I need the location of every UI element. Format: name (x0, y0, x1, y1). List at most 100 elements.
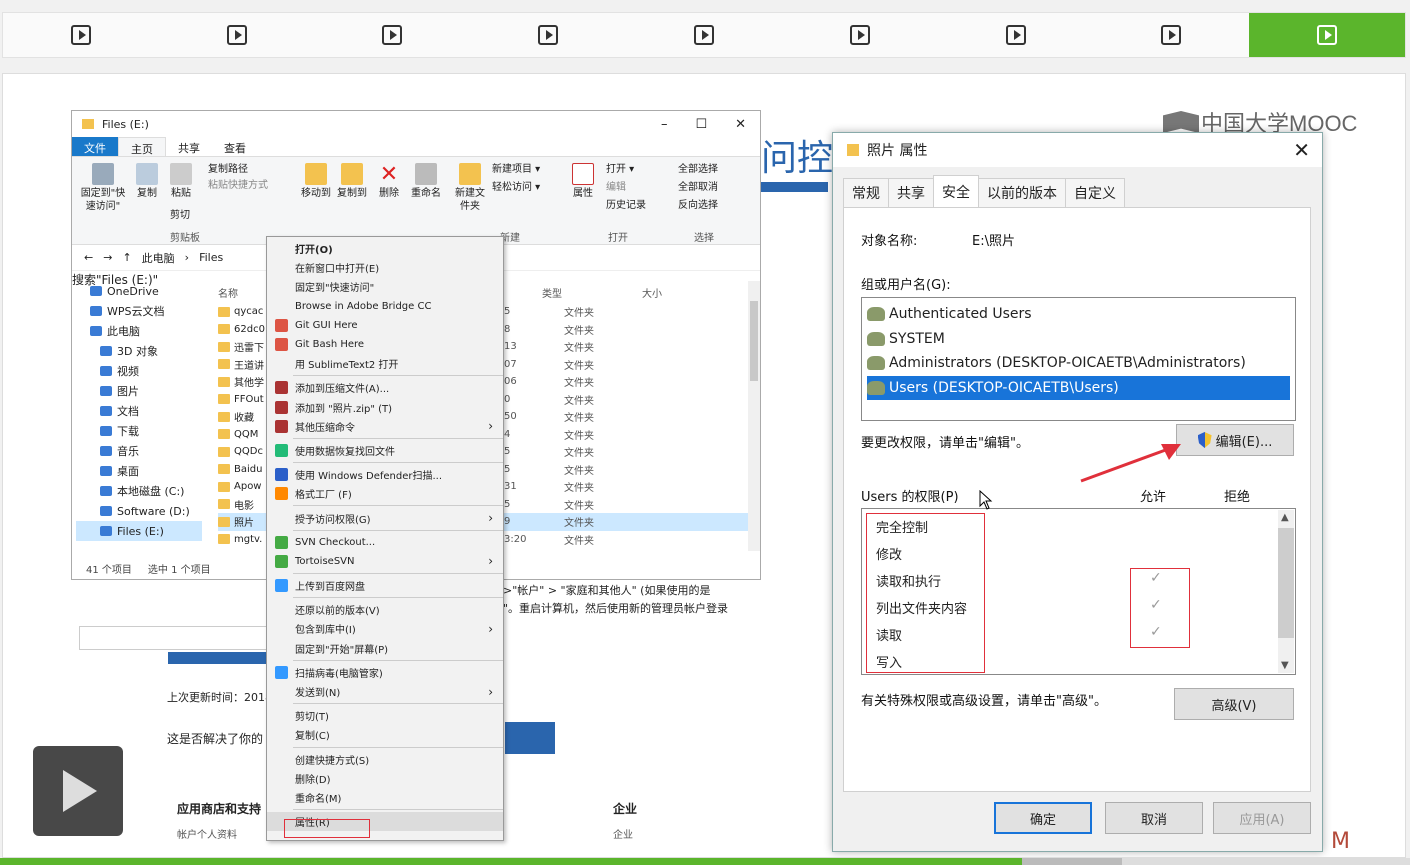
col-type[interactable]: 类型 (542, 285, 642, 300)
tab-customize[interactable]: 自定义 (1065, 178, 1125, 207)
tab-security[interactable]: 安全 (933, 175, 979, 207)
forward-icon[interactable]: → (103, 251, 112, 264)
open-button[interactable]: 打开 ▾ (606, 163, 634, 176)
context-menu-item[interactable]: 使用 Windows Defender扫描... (267, 465, 503, 484)
copy-button[interactable]: 复制 (132, 163, 162, 200)
context-menu-item[interactable]: 删除(D) (267, 769, 503, 788)
chapter-6[interactable] (782, 13, 938, 57)
scroll-up-icon[interactable]: ▲ (1281, 512, 1289, 523)
chapter-5[interactable] (626, 13, 782, 57)
minimize-icon[interactable]: – (661, 117, 668, 132)
properties-dialog[interactable]: 照片 属性 ✕ 常规 共享 安全 以前的版本 自定义 对象名称: E:\照片 组… (832, 132, 1323, 852)
breadcrumb-files[interactable]: Files (199, 251, 223, 264)
context-menu-item[interactable]: 格式工厂 (F) (267, 484, 503, 503)
context-menu-item[interactable]: 上传到百度网盘 (267, 576, 503, 595)
context-menu-item[interactable]: Browse in Adobe Bridge CC (267, 297, 503, 316)
context-menu-item[interactable]: 用 SublimeText2 打开 (267, 354, 503, 373)
nav-item[interactable]: 视频 (76, 361, 202, 381)
breadcrumb-pc[interactable]: 此电脑 (142, 250, 175, 266)
select-all-button[interactable]: 全部选择 (678, 163, 718, 176)
pin-button[interactable]: 固定到"快速访问" (78, 163, 128, 213)
user-row[interactable]: Administrators (DESKTOP-OICAETB\Administ… (867, 351, 1290, 376)
copy-path-button[interactable]: 复制路径 (208, 163, 248, 176)
context-menu-item[interactable]: 固定到"开始"屏幕(P) (267, 639, 503, 658)
tab-share[interactable]: 共享 (166, 137, 212, 156)
apply-button[interactable]: 应用(A) (1213, 802, 1311, 834)
chapter-2[interactable] (159, 13, 315, 57)
web-blue-button-2[interactable] (505, 722, 555, 754)
tab-sharing[interactable]: 共享 (888, 178, 934, 207)
advanced-button[interactable]: 高级(V) (1174, 688, 1294, 720)
user-list[interactable]: Authenticated Users SYSTEM Administrators … (861, 297, 1296, 421)
paste-shortcut-button[interactable]: 粘贴快捷方式 (208, 179, 268, 192)
context-menu-item[interactable]: 使用数据恢复找回文件 (267, 441, 503, 460)
copy-to-button[interactable]: 复制到 (334, 163, 370, 200)
chapter-3[interactable] (315, 13, 471, 57)
nav-item[interactable]: 3D 对象 (76, 341, 202, 361)
chapter-4[interactable] (470, 13, 626, 57)
web-blue-button[interactable] (168, 652, 268, 664)
scroll-thumb[interactable] (750, 301, 758, 381)
close-icon[interactable]: ✕ (735, 117, 746, 132)
context-menu-item[interactable]: Git GUI Here (267, 316, 503, 335)
explorer-scrollbar[interactable] (748, 281, 760, 551)
chapter-7[interactable] (938, 13, 1094, 57)
scroll-down-icon[interactable]: ▼ (1281, 660, 1289, 671)
tab-home[interactable]: 主页 (118, 137, 166, 156)
context-menu-item[interactable]: 还原以前的版本(V) (267, 600, 503, 619)
context-menu-item[interactable]: 复制(C) (267, 725, 503, 744)
move-to-button[interactable]: 移动到 (298, 163, 334, 200)
nav-item[interactable]: 本地磁盘 (C:) (76, 481, 202, 501)
tab-view[interactable]: 查看 (212, 137, 258, 156)
cut-button[interactable]: 剪切 (170, 209, 190, 222)
close-icon[interactable]: ✕ (1293, 138, 1310, 162)
new-folder-button[interactable]: 新建文件夹 (452, 163, 488, 213)
web-input[interactable] (79, 626, 269, 650)
context-menu-item[interactable]: 打开(O) (267, 239, 503, 258)
tab-file[interactable]: 文件 (72, 137, 118, 156)
chapter-1[interactable] (3, 13, 159, 57)
back-icon[interactable]: ← (84, 251, 93, 264)
chapter-9[interactable] (1249, 13, 1406, 57)
invert-selection-button[interactable]: 反向选择 (678, 199, 718, 212)
nav-item[interactable]: 音乐 (76, 441, 202, 461)
chapter-8[interactable] (1093, 13, 1249, 57)
user-row[interactable]: SYSTEM (867, 327, 1290, 352)
rename-button[interactable]: 重命名 (408, 163, 444, 200)
select-none-button[interactable]: 全部取消 (678, 181, 718, 194)
history-button[interactable]: 历史记录 (606, 199, 646, 212)
context-menu-item[interactable]: 创建快捷方式(S) (267, 750, 503, 769)
nav-item[interactable]: 此电脑 (76, 321, 202, 341)
paste-button[interactable]: 粘贴 (166, 163, 196, 200)
context-menu-item[interactable]: 包含到库中(I) › (267, 619, 503, 638)
video-stage[interactable]: 中国大学MOOC 问控 M >"帐户" > "家庭和其他人" (如果使用的是 "… (2, 73, 1406, 858)
context-menu-item[interactable]: 扫描病毒(电脑管家) (267, 663, 503, 682)
nav-item[interactable]: WPS云文档 (76, 301, 202, 321)
nav-item[interactable]: 下载 (76, 421, 202, 441)
edit-permissions-button[interactable]: 编辑(E)... (1176, 424, 1294, 456)
nav-item[interactable]: Software (D:) (76, 501, 202, 521)
context-menu-item[interactable]: 添加到 "照片.zip" (T) (267, 398, 503, 417)
nav-item[interactable]: 图片 (76, 381, 202, 401)
context-menu-item[interactable]: 重命名(M) (267, 788, 503, 807)
context-menu-item[interactable]: 在新窗口中打开(E) (267, 258, 503, 277)
permissions-scrollbar[interactable]: ▲ ▼ (1278, 510, 1294, 673)
nav-item[interactable]: OneDrive (76, 281, 202, 301)
nav-item[interactable]: 文档 (76, 401, 202, 421)
context-menu-item[interactable]: SVN Checkout... (267, 533, 503, 552)
ok-button[interactable]: 确定 (994, 802, 1092, 834)
context-menu-item[interactable]: 剪切(T) (267, 706, 503, 725)
context-menu-item[interactable]: 固定到"快速访问" (267, 277, 503, 296)
user-row[interactable]: Authenticated Users (867, 302, 1290, 327)
nav-item[interactable]: Files (E:) (76, 521, 202, 541)
col-size[interactable]: 大小 (642, 285, 662, 300)
user-row[interactable]: Users (DESKTOP-OICAETB\Users) (867, 375, 1290, 400)
edit-button[interactable]: 编辑 (606, 181, 626, 194)
context-menu-item[interactable]: 其他压缩命令 › (267, 417, 503, 436)
context-menu-item[interactable]: 授予访问权限(G) › (267, 508, 503, 527)
properties-button[interactable]: 属性 (568, 163, 598, 200)
video-progress-bar[interactable] (0, 858, 1410, 865)
new-item-button[interactable]: 新建项目 ▾ (492, 163, 540, 176)
maximize-icon[interactable]: ☐ (695, 117, 707, 132)
context-menu-item[interactable]: TortoiseSVN › (267, 552, 503, 571)
